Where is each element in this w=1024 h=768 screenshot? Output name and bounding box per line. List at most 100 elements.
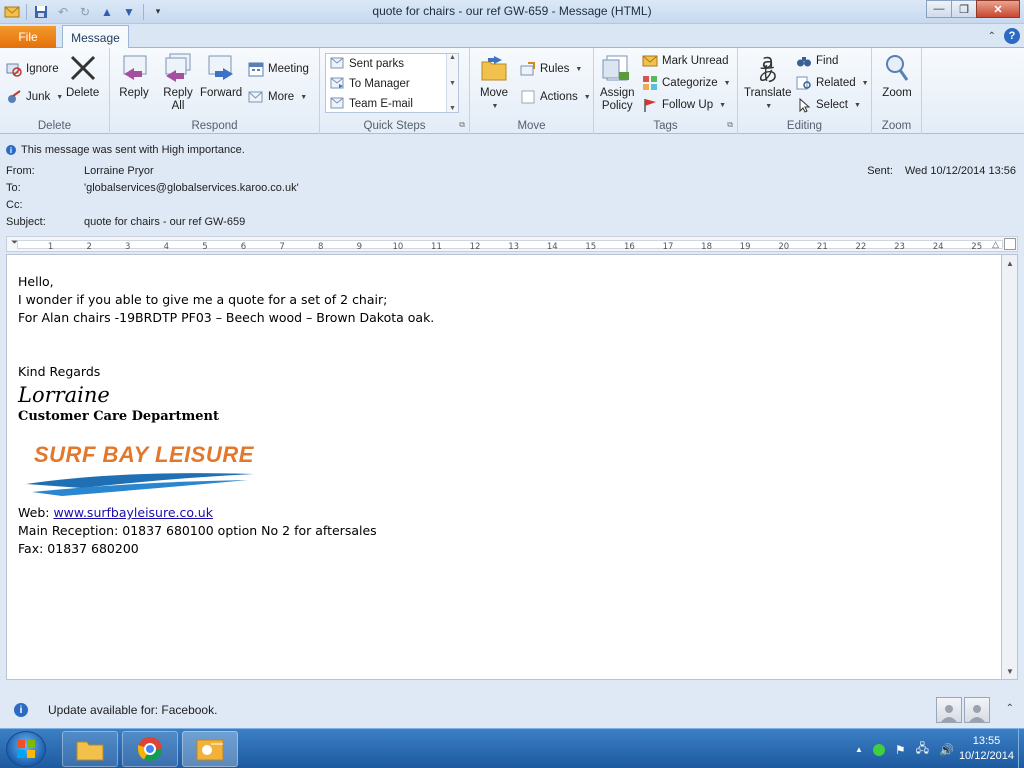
- expand-people-pane-icon[interactable]: ⌃: [1006, 703, 1014, 714]
- view-ruler-icon[interactable]: [1004, 238, 1016, 250]
- minimize-button[interactable]: —: [926, 0, 952, 18]
- quick-step-item[interactable]: To Manager: [326, 74, 458, 94]
- message-body[interactable]: Hello, I wonder if you able to give me a…: [6, 254, 1002, 680]
- actions-icon: [520, 89, 536, 105]
- ruler-tick-label: 24: [932, 242, 944, 252]
- status-green-icon[interactable]: [872, 743, 885, 756]
- close-button[interactable]: ✕: [976, 0, 1020, 18]
- flag-icon[interactable]: ⚑: [895, 743, 906, 757]
- body-line: For Alan chairs -19BRDTP PF03 – Beech wo…: [18, 310, 435, 325]
- related-button[interactable]: Related ▼: [796, 74, 869, 92]
- divider: [26, 3, 27, 20]
- quick-step-item[interactable]: Sent parks: [326, 54, 458, 74]
- reply-all-button[interactable]: Reply All: [162, 52, 194, 113]
- dialog-launcher-icon[interactable]: ⧉: [459, 120, 465, 130]
- zoom-button[interactable]: Zoom: [881, 52, 913, 100]
- ruler-tick-label: 22: [855, 242, 867, 252]
- forward-button[interactable]: Forward: [200, 52, 242, 100]
- collapse-ribbon-icon[interactable]: ⌃: [988, 31, 996, 42]
- restore-button[interactable]: ❐: [951, 0, 977, 18]
- taskbar-outlook[interactable]: [182, 731, 238, 767]
- chevron-down-icon: ▼: [853, 101, 861, 109]
- mark-unread-button[interactable]: Mark Unread: [642, 52, 728, 70]
- forward-icon: [205, 52, 237, 84]
- find-button[interactable]: Find: [796, 52, 838, 70]
- avatar[interactable]: [964, 697, 990, 723]
- avatar[interactable]: [936, 697, 962, 723]
- move-button[interactable]: Move ▼: [478, 52, 510, 113]
- translate-button[interactable]: aあ Translate ▼: [744, 51, 792, 113]
- forward-label: Forward: [200, 87, 243, 99]
- undo-icon[interactable]: ↶: [55, 4, 71, 20]
- outlook-icon: [196, 739, 224, 761]
- show-hidden-icons-icon[interactable]: ▲: [855, 745, 863, 754]
- sent-label: Sent:: [867, 165, 893, 177]
- quick-step-item[interactable]: Team E-mail: [326, 94, 458, 114]
- reply-button[interactable]: Reply: [118, 52, 150, 100]
- redo-icon[interactable]: ↻: [77, 4, 93, 20]
- from-value[interactable]: Lorraine Pryor: [84, 165, 154, 177]
- greeting: Hello,: [18, 274, 54, 289]
- network-icon[interactable]: 🖧: [916, 739, 929, 760]
- actions-button[interactable]: Actions ▼: [520, 88, 591, 106]
- group-label: Delete: [37, 120, 72, 132]
- ruler-tick-label: 13: [508, 242, 520, 252]
- dialog-launcher-icon[interactable]: ⧉: [727, 120, 733, 130]
- select-button[interactable]: Select ▼: [796, 96, 861, 114]
- follow-up-button[interactable]: Follow Up ▼: [642, 96, 726, 114]
- chevron-down-icon: ▼: [765, 103, 773, 110]
- rules-button[interactable]: Rules ▼: [520, 60, 582, 78]
- assign-policy-button[interactable]: Assign Policy: [600, 52, 635, 113]
- quick-steps-group: Sent parks To Manager Team E-mail ▲ ▼ ▼ …: [320, 48, 470, 134]
- junk-label: Junk: [26, 91, 51, 103]
- chevron-up-icon[interactable]: ▲: [449, 54, 456, 61]
- website-link[interactable]: www.surfbayleisure.co.uk: [53, 505, 213, 520]
- tab-file[interactable]: File: [0, 26, 56, 48]
- vertical-scrollbar[interactable]: ▲ ▼: [1002, 254, 1018, 680]
- from-row: From: Lorraine Pryor: [6, 165, 606, 179]
- chevron-down-icon[interactable]: ▼: [449, 80, 456, 87]
- junk-icon: [6, 89, 22, 105]
- importance-infobar: i This message was sent with High import…: [6, 144, 245, 156]
- ruler-tick-label: 20: [778, 242, 790, 252]
- next-item-icon[interactable]: ▼: [121, 4, 137, 20]
- previous-item-icon[interactable]: ▲: [99, 4, 115, 20]
- to-value[interactable]: 'globalservices@globalservices.karoo.co.…: [84, 182, 299, 194]
- expand-gallery-icon[interactable]: ▼: [449, 105, 456, 112]
- outlook-envelope-icon: [4, 4, 20, 20]
- junk-button[interactable]: Junk ▼: [6, 88, 63, 106]
- chrome-icon: [138, 737, 162, 762]
- chevron-down-icon: ▼: [300, 93, 308, 101]
- taskbar-chrome[interactable]: [122, 731, 178, 767]
- group-label: Zoom: [881, 120, 912, 132]
- delete-button[interactable]: Delete: [66, 52, 99, 100]
- chevron-down-icon: ▼: [723, 79, 731, 87]
- categorize-button[interactable]: Categorize ▼: [642, 74, 731, 92]
- ruler-tick-label: 2: [86, 242, 92, 252]
- ignore-icon: [6, 61, 22, 77]
- volume-icon[interactable]: 🔊: [939, 743, 954, 757]
- customize-toolbar-icon[interactable]: ▾: [150, 4, 166, 20]
- more-icon: [248, 89, 264, 105]
- show-desktop-button[interactable]: [1018, 729, 1024, 768]
- group-label: Respond: [191, 120, 238, 132]
- help-icon[interactable]: ?: [1004, 28, 1020, 44]
- ruler-right-marker[interactable]: △: [992, 239, 999, 250]
- minimize-icon: —: [933, 3, 945, 15]
- delete-label: Delete: [66, 87, 100, 99]
- tab-message[interactable]: Message: [62, 25, 129, 49]
- meeting-icon: [248, 61, 264, 77]
- more-button[interactable]: More ▼: [248, 88, 307, 106]
- scroll-up-icon[interactable]: ▲: [1004, 257, 1016, 269]
- taskbar-explorer[interactable]: [62, 731, 118, 767]
- move-group: Move ▼ Rules ▼ Actions ▼ Move: [470, 48, 594, 134]
- clock[interactable]: 13:55 10/12/2014: [959, 734, 1014, 764]
- ignore-button[interactable]: Ignore: [6, 60, 59, 78]
- meeting-button[interactable]: Meeting: [248, 60, 309, 78]
- subject-label: Subject:: [6, 216, 46, 228]
- to-label: To:: [6, 182, 21, 194]
- scroll-down-icon[interactable]: ▼: [1004, 665, 1016, 677]
- start-button[interactable]: [6, 731, 46, 767]
- quick-steps-scroll[interactable]: ▲ ▼ ▼: [446, 54, 458, 112]
- save-icon[interactable]: [33, 4, 49, 20]
